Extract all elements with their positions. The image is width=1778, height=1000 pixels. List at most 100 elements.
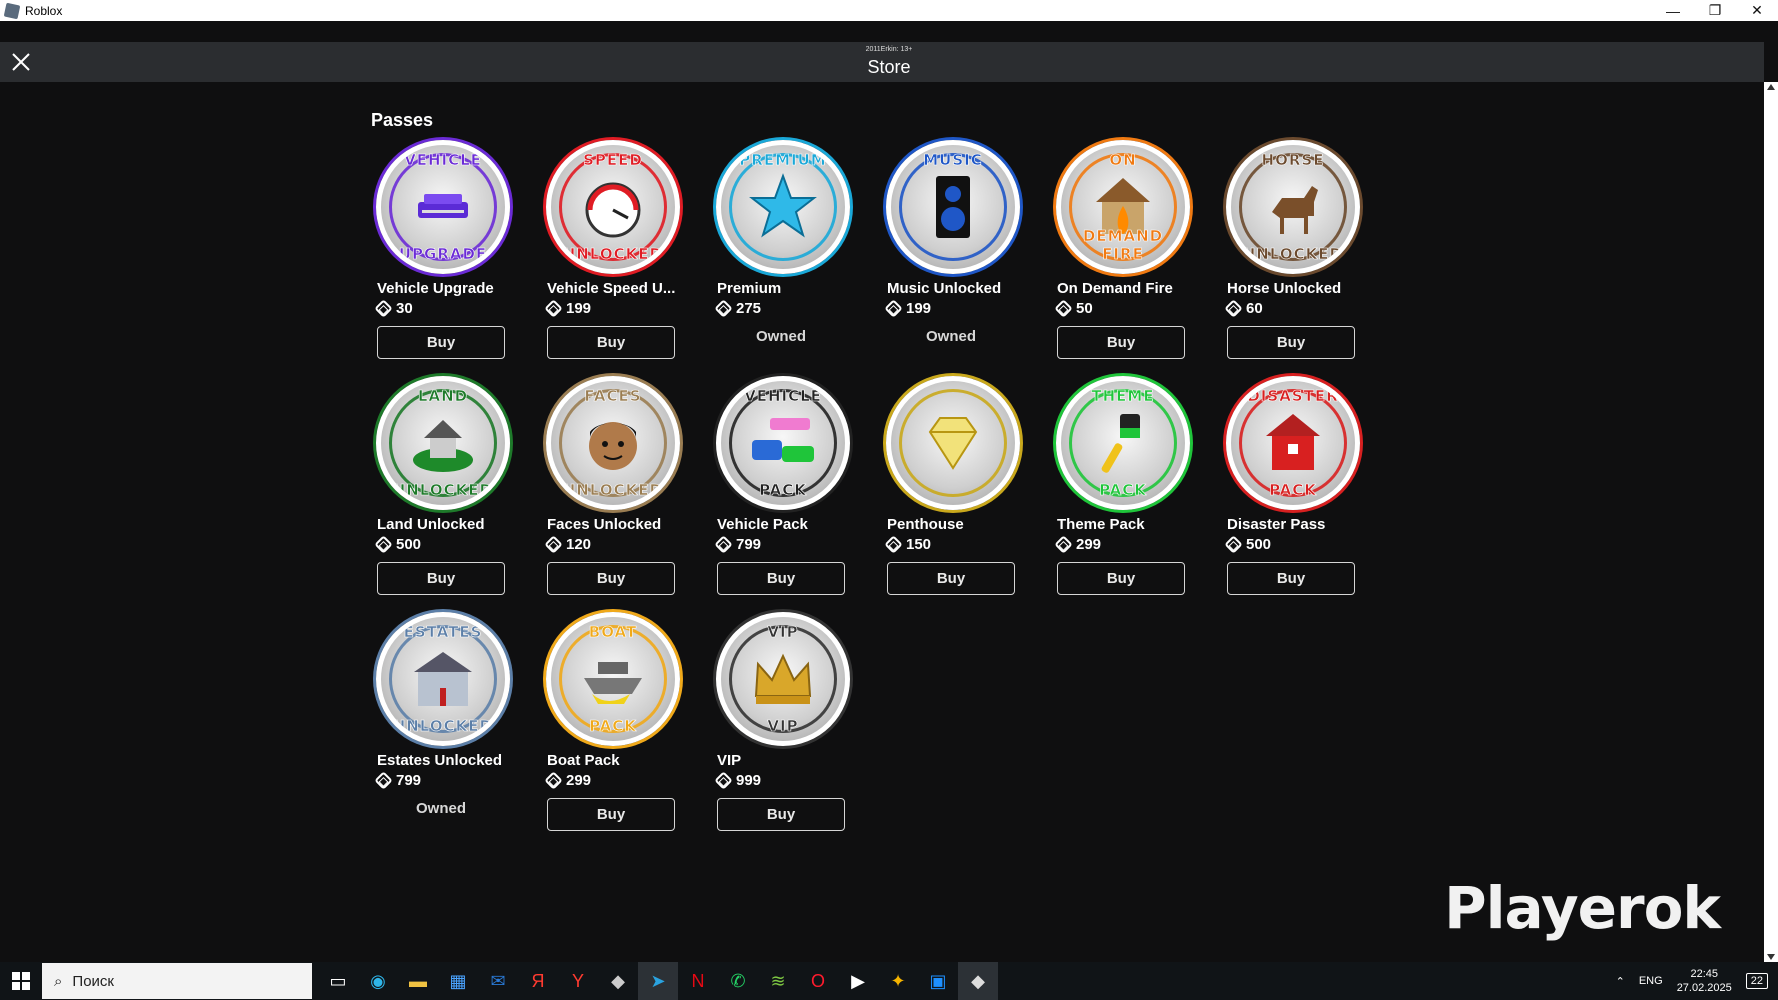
badge-top-text: BOAT (588, 623, 638, 642)
edge-icon[interactable]: ◉ (358, 962, 398, 1000)
scroll-up-icon[interactable] (1767, 84, 1775, 90)
pass-badge[interactable]: ESTATES UNLOCKED (376, 612, 510, 746)
whatsapp-icon[interactable]: ✆ (718, 962, 758, 1000)
windows-logo-icon (12, 972, 30, 990)
badge-top-text: HORSE (1261, 151, 1325, 170)
close-window-button[interactable]: ✕ (1736, 0, 1778, 21)
badge-bottom-text: UNLOCKED (393, 481, 493, 500)
scrollbar[interactable] (1764, 82, 1778, 962)
pass-card[interactable]: LAND UNLOCKED Land Unlocked 500 Buy (371, 374, 541, 610)
pass-name: Vehicle Upgrade (377, 280, 494, 297)
buy-button[interactable]: Buy (717, 562, 845, 595)
pass-badge[interactable]: BOAT PACK (546, 612, 680, 746)
pass-badge[interactable]: HORSE UNLOCKED (1226, 140, 1360, 274)
pass-card[interactable]: PREMIUM Premium 275 Owned (711, 138, 881, 374)
pass-badge[interactable]: THEME PACK (1056, 376, 1190, 510)
buy-button[interactable]: Buy (887, 562, 1015, 595)
badge-top-text: VIP (767, 623, 799, 642)
store-header: 2011Erkin: 13+ Store (0, 42, 1764, 82)
pass-card[interactable]: SPEED UNLOCKED Vehicle Speed U... 199 Buy (541, 138, 711, 374)
buy-button[interactable]: Buy (1227, 326, 1355, 359)
yandex-browser-icon[interactable]: Y (558, 962, 598, 1000)
game-icon[interactable]: ✦ (878, 962, 918, 1000)
pass-card[interactable]: THEME PACK Theme Pack 299 Buy (1051, 374, 1221, 610)
chevron-up-icon[interactable]: ⌃ (1616, 975, 1625, 988)
store-app-icon[interactable]: ▦ (438, 962, 478, 1000)
badge-bottom-text: PACK (1269, 481, 1317, 500)
pass-badge[interactable] (886, 376, 1020, 510)
scroll-down-icon[interactable] (1767, 954, 1775, 960)
buy-button[interactable]: Buy (717, 798, 845, 831)
pass-card[interactable]: BOAT PACK Boat Pack 299 Buy (541, 610, 711, 846)
pass-card[interactable]: ON DEMAND FIRE On Demand Fire 50 Buy (1051, 138, 1221, 374)
robux-icon (544, 299, 563, 318)
pass-card[interactable]: VEHICLE PACK Vehicle Pack 799 Buy (711, 374, 881, 610)
pass-card[interactable]: MUSIC Music Unlocked 199 Owned (881, 138, 1051, 374)
owned-label: Owned (415, 800, 466, 817)
start-button[interactable] (0, 962, 42, 1000)
price-value: 299 (1076, 536, 1102, 553)
pass-name: Faces Unlocked (547, 516, 662, 533)
pass-card[interactable]: FACES UNLOCKED Faces Unlocked 120 Buy (541, 374, 711, 610)
robux-icon (884, 535, 903, 554)
pass-name: On Demand Fire (1057, 280, 1173, 297)
maximize-button[interactable]: ❐ (1694, 0, 1736, 21)
robux-icon (544, 535, 563, 554)
pass-price: 275 (714, 299, 761, 318)
notifications-icon[interactable]: 22 (1745, 973, 1768, 989)
buy-button[interactable]: Buy (547, 562, 675, 595)
buy-button[interactable]: Buy (1057, 562, 1185, 595)
pass-card[interactable]: Penthouse 150 Buy (881, 374, 1051, 610)
outlook-icon[interactable]: ✉ (478, 962, 518, 1000)
file-explorer-icon[interactable]: ▬ (398, 962, 438, 1000)
pass-name: Estates Unlocked (377, 752, 503, 769)
badge-bottom-text: UNLOCKED (393, 717, 493, 736)
pass-card[interactable]: ESTATES UNLOCKED Estates Unlocked 799 Owned (371, 610, 541, 846)
passes-grid: VEHICLE UPGRADE Vehicle Upgrade 30 Buy SPEED U… (371, 138, 1391, 846)
roblox-taskbar-icon[interactable]: ◆ (958, 962, 998, 1000)
task-view-icon[interactable]: ▭ (318, 962, 358, 1000)
buy-button[interactable]: Buy (377, 326, 505, 359)
pass-badge[interactable]: VEHICLE UPGRADE (376, 140, 510, 274)
netflix-icon[interactable]: N (678, 962, 718, 1000)
buy-button[interactable]: Buy (1057, 326, 1185, 359)
pass-badge[interactable]: ON DEMAND FIRE (1056, 140, 1190, 274)
pass-badge[interactable]: VEHICLE PACK (716, 376, 850, 510)
pass-badge[interactable]: MUSIC (886, 140, 1020, 274)
pass-badge[interactable]: SPEED UNLOCKED (546, 140, 680, 274)
owned-label: Owned (925, 328, 976, 345)
badge-top-text: FACES (584, 387, 642, 406)
pass-badge[interactable]: VIP VIP (716, 612, 850, 746)
pass-badge[interactable]: DISASTER PACK (1226, 376, 1360, 510)
clock[interactable]: 22:45 27.02.2025 (1677, 967, 1732, 995)
pass-card[interactable]: DISASTER PACK Disaster Pass 500 Buy (1221, 374, 1391, 610)
minimize-button[interactable]: — (1652, 0, 1694, 21)
pass-card[interactable]: HORSE UNLOCKED Horse Unlocked 60 Buy (1221, 138, 1391, 374)
opera-icon[interactable]: O (798, 962, 838, 1000)
buy-button[interactable]: Buy (547, 326, 675, 359)
speedometer-icon (585, 182, 641, 238)
price-value: 299 (566, 772, 592, 789)
pass-card[interactable]: VEHICLE UPGRADE Vehicle Upgrade 30 Buy (371, 138, 541, 374)
messenger-icon[interactable]: ▣ (918, 962, 958, 1000)
taskbar-search[interactable]: ⌕ Поиск (42, 963, 312, 999)
media-player-icon[interactable]: ▶ (838, 962, 878, 1000)
window-controls: — ❐ ✕ (1652, 0, 1778, 21)
pass-badge[interactable]: LAND UNLOCKED (376, 376, 510, 510)
pass-name: Vehicle Speed U... (547, 280, 676, 297)
robux-icon (374, 771, 393, 790)
diamond-icon (928, 417, 978, 470)
roblox-studio-icon[interactable]: ◆ (598, 962, 638, 1000)
buy-button[interactable]: Buy (547, 798, 675, 831)
bluestacks-icon[interactable]: ≋ (758, 962, 798, 1000)
price-value: 60 (1246, 300, 1263, 317)
robux-icon (544, 771, 563, 790)
buy-button[interactable]: Buy (1227, 562, 1355, 595)
language-indicator[interactable]: ENG (1639, 975, 1663, 987)
pass-badge[interactable]: PREMIUM (716, 140, 850, 274)
pass-card[interactable]: VIP VIP VIP 999 Buy (711, 610, 881, 846)
pass-badge[interactable]: FACES UNLOCKED (546, 376, 680, 510)
telegram-icon[interactable]: ➤ (638, 962, 678, 1000)
yandex-icon[interactable]: Я (518, 962, 558, 1000)
buy-button[interactable]: Buy (377, 562, 505, 595)
